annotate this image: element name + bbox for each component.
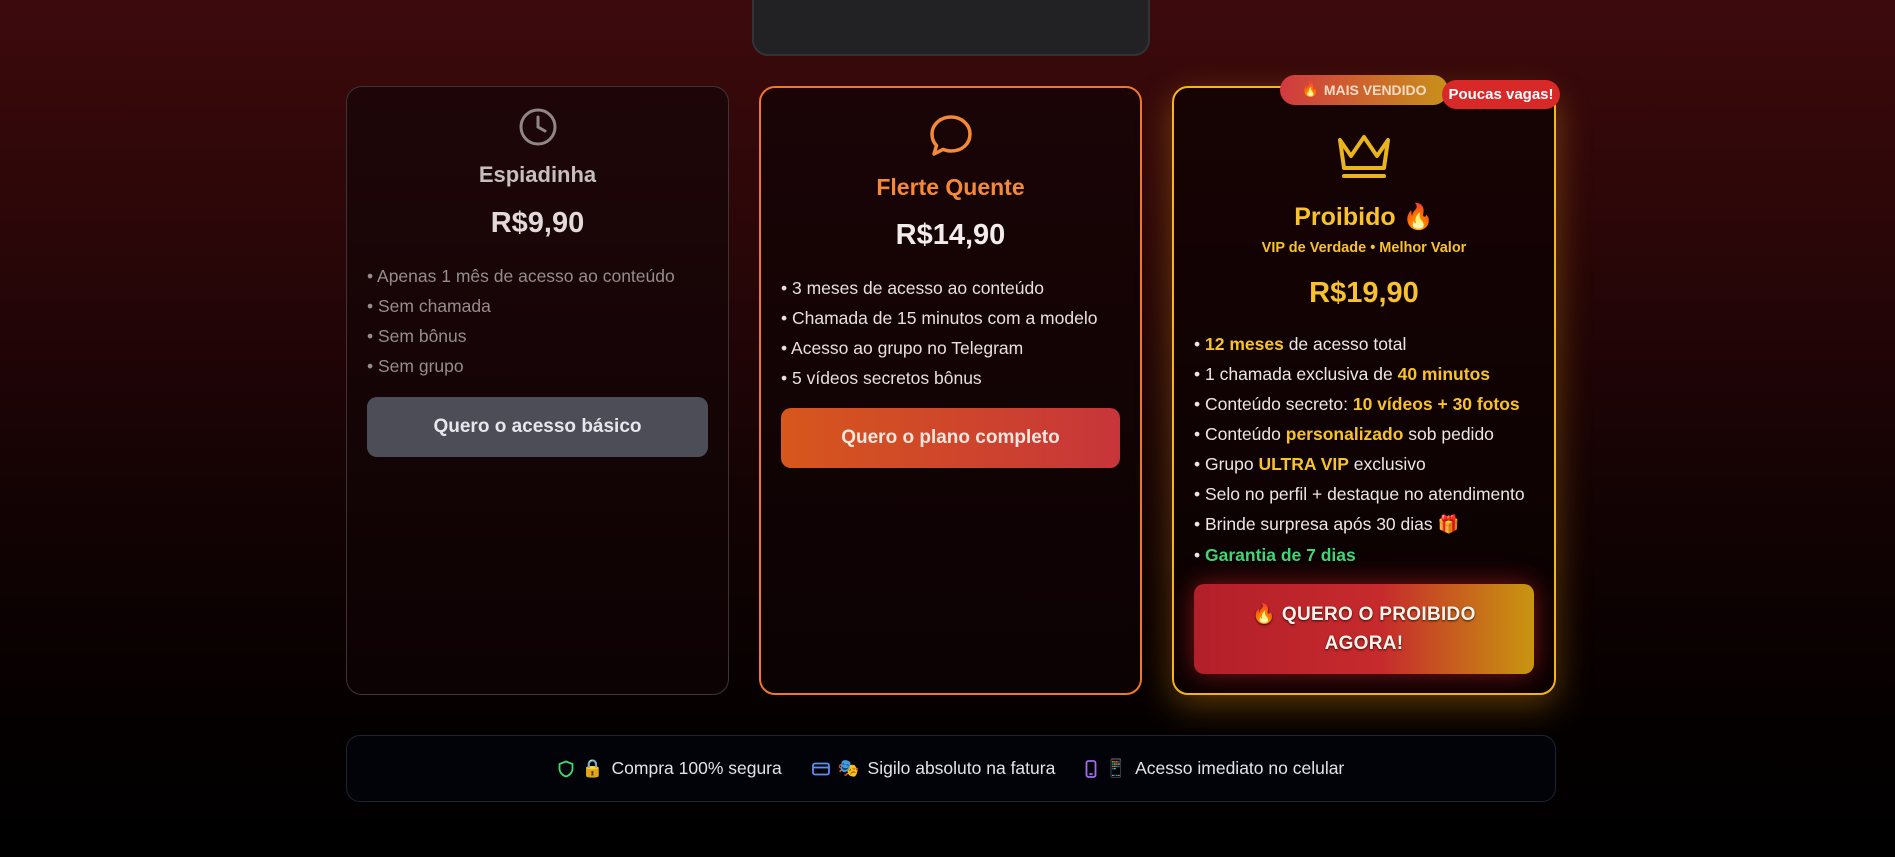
plan-price: R$9,90	[490, 207, 585, 239]
feature-item: • Acesso ao grupo no Telegram	[781, 338, 1024, 358]
plan-name: Espiadinha	[478, 162, 597, 187]
trust-item-privacy: 🎭 Sigilo absoluto na fatura	[811, 758, 1056, 779]
plan-features: • 12 meses de acesso total • 1 chamada e…	[1194, 329, 1544, 570]
gift-icon: 🎁	[1437, 515, 1460, 535]
top-panel-edge	[752, 0, 1150, 56]
fire-icon: 🔥	[1252, 603, 1277, 625]
feature-item: • Conteúdo secreto: 10 vídeos + 30 fotos	[1194, 394, 1520, 414]
trust-bar: 🔒 Compra 100% segura 🎭 Sigilo absoluto n…	[346, 735, 1556, 802]
feature-item: • 12 meses de acesso total	[1194, 334, 1407, 354]
feature-item: • Chamada de 15 minutos com a modelo	[781, 308, 1098, 328]
chat-bubble-icon	[929, 115, 972, 156]
feature-item: • Sem chamada	[367, 296, 491, 316]
clock-icon	[519, 108, 556, 146]
lock-icon: 🔒	[581, 758, 604, 779]
fire-icon: 🔥	[1301, 82, 1319, 98]
feature-item: • Sem grupo	[367, 356, 464, 376]
plan-card-proibido: Proibido 🔥 VIP de Verdade • Melhor Valor…	[1172, 86, 1556, 695]
plan-card-espiadinha: Espiadinha R$9,90 • Apenas 1 mês de aces…	[346, 86, 729, 695]
plan-name: Proibido 🔥	[1174, 202, 1554, 232]
plan-name: Flerte Quente	[876, 174, 1025, 200]
feature-item: • Brinde surpresa após 30 dias 🎁	[1194, 514, 1460, 535]
feature-item: • Apenas 1 mês de acesso ao conteúdo	[367, 266, 675, 286]
plan-name-text: Proibido	[1294, 203, 1396, 231]
crown-icon	[1338, 135, 1390, 178]
trust-label: Sigilo absoluto na fatura	[867, 758, 1056, 778]
vip-button-label: QUERO O PROIBIDO AGORA!	[1281, 604, 1476, 654]
plan-price: R$19,90	[1309, 277, 1419, 309]
trust-label: Acesso imediato no celular	[1135, 758, 1345, 778]
plan-features: • 3 meses de acesso ao conteúdo • Chamad…	[781, 273, 1130, 393]
smartphone-icon	[1085, 759, 1097, 778]
feature-item: • 3 meses de acesso ao conteúdo	[781, 278, 1044, 298]
credit-card-icon	[811, 762, 830, 775]
shield-icon	[558, 760, 574, 777]
best-seller-badge: 🔥 MAIS VENDIDO	[1280, 75, 1448, 105]
masks-icon: 🎭	[837, 758, 860, 779]
mobile-phone-icon: 📱	[1105, 758, 1128, 779]
feature-item: • Selo no perfil + destaque no atendimen…	[1194, 484, 1525, 504]
complete-plan-button[interactable]: Quero o plano completo	[781, 408, 1120, 468]
few-spots-badge: Poucas vagas!	[1442, 80, 1560, 109]
feature-item: • Garantia de 7 dias	[1194, 545, 1356, 565]
trust-item-secure: 🔒 Compra 100% segura	[558, 758, 782, 779]
feature-item: • Grupo ULTRA VIP exclusivo	[1194, 454, 1426, 474]
basic-plan-button[interactable]: Quero o acesso básico	[367, 397, 708, 457]
feature-item: • Conteúdo personalizado sob pedido	[1194, 424, 1494, 444]
plan-subtitle: VIP de Verdade • Melhor Valor	[1261, 240, 1467, 256]
feature-item: • 1 chamada exclusiva de 40 minutos	[1194, 364, 1490, 384]
trust-item-mobile: 📱 Acesso imediato no celular	[1085, 758, 1344, 779]
plan-features: • Apenas 1 mês de acesso ao conteúdo • S…	[367, 261, 718, 381]
plan-price: R$14,90	[895, 219, 1006, 251]
feature-item: • Sem bônus	[367, 326, 467, 346]
best-seller-label: MAIS VENDIDO	[1323, 82, 1427, 98]
trust-label: Compra 100% segura	[611, 758, 782, 778]
fire-icon: 🔥	[1402, 202, 1434, 231]
feature-item: • 5 vídeos secretos bônus	[781, 368, 982, 388]
vip-plan-button[interactable]: 🔥 QUERO O PROIBIDO AGORA!	[1194, 584, 1534, 674]
plan-card-flerte-quente: Flerte Quente R$14,90 • 3 meses de acess…	[759, 86, 1142, 695]
